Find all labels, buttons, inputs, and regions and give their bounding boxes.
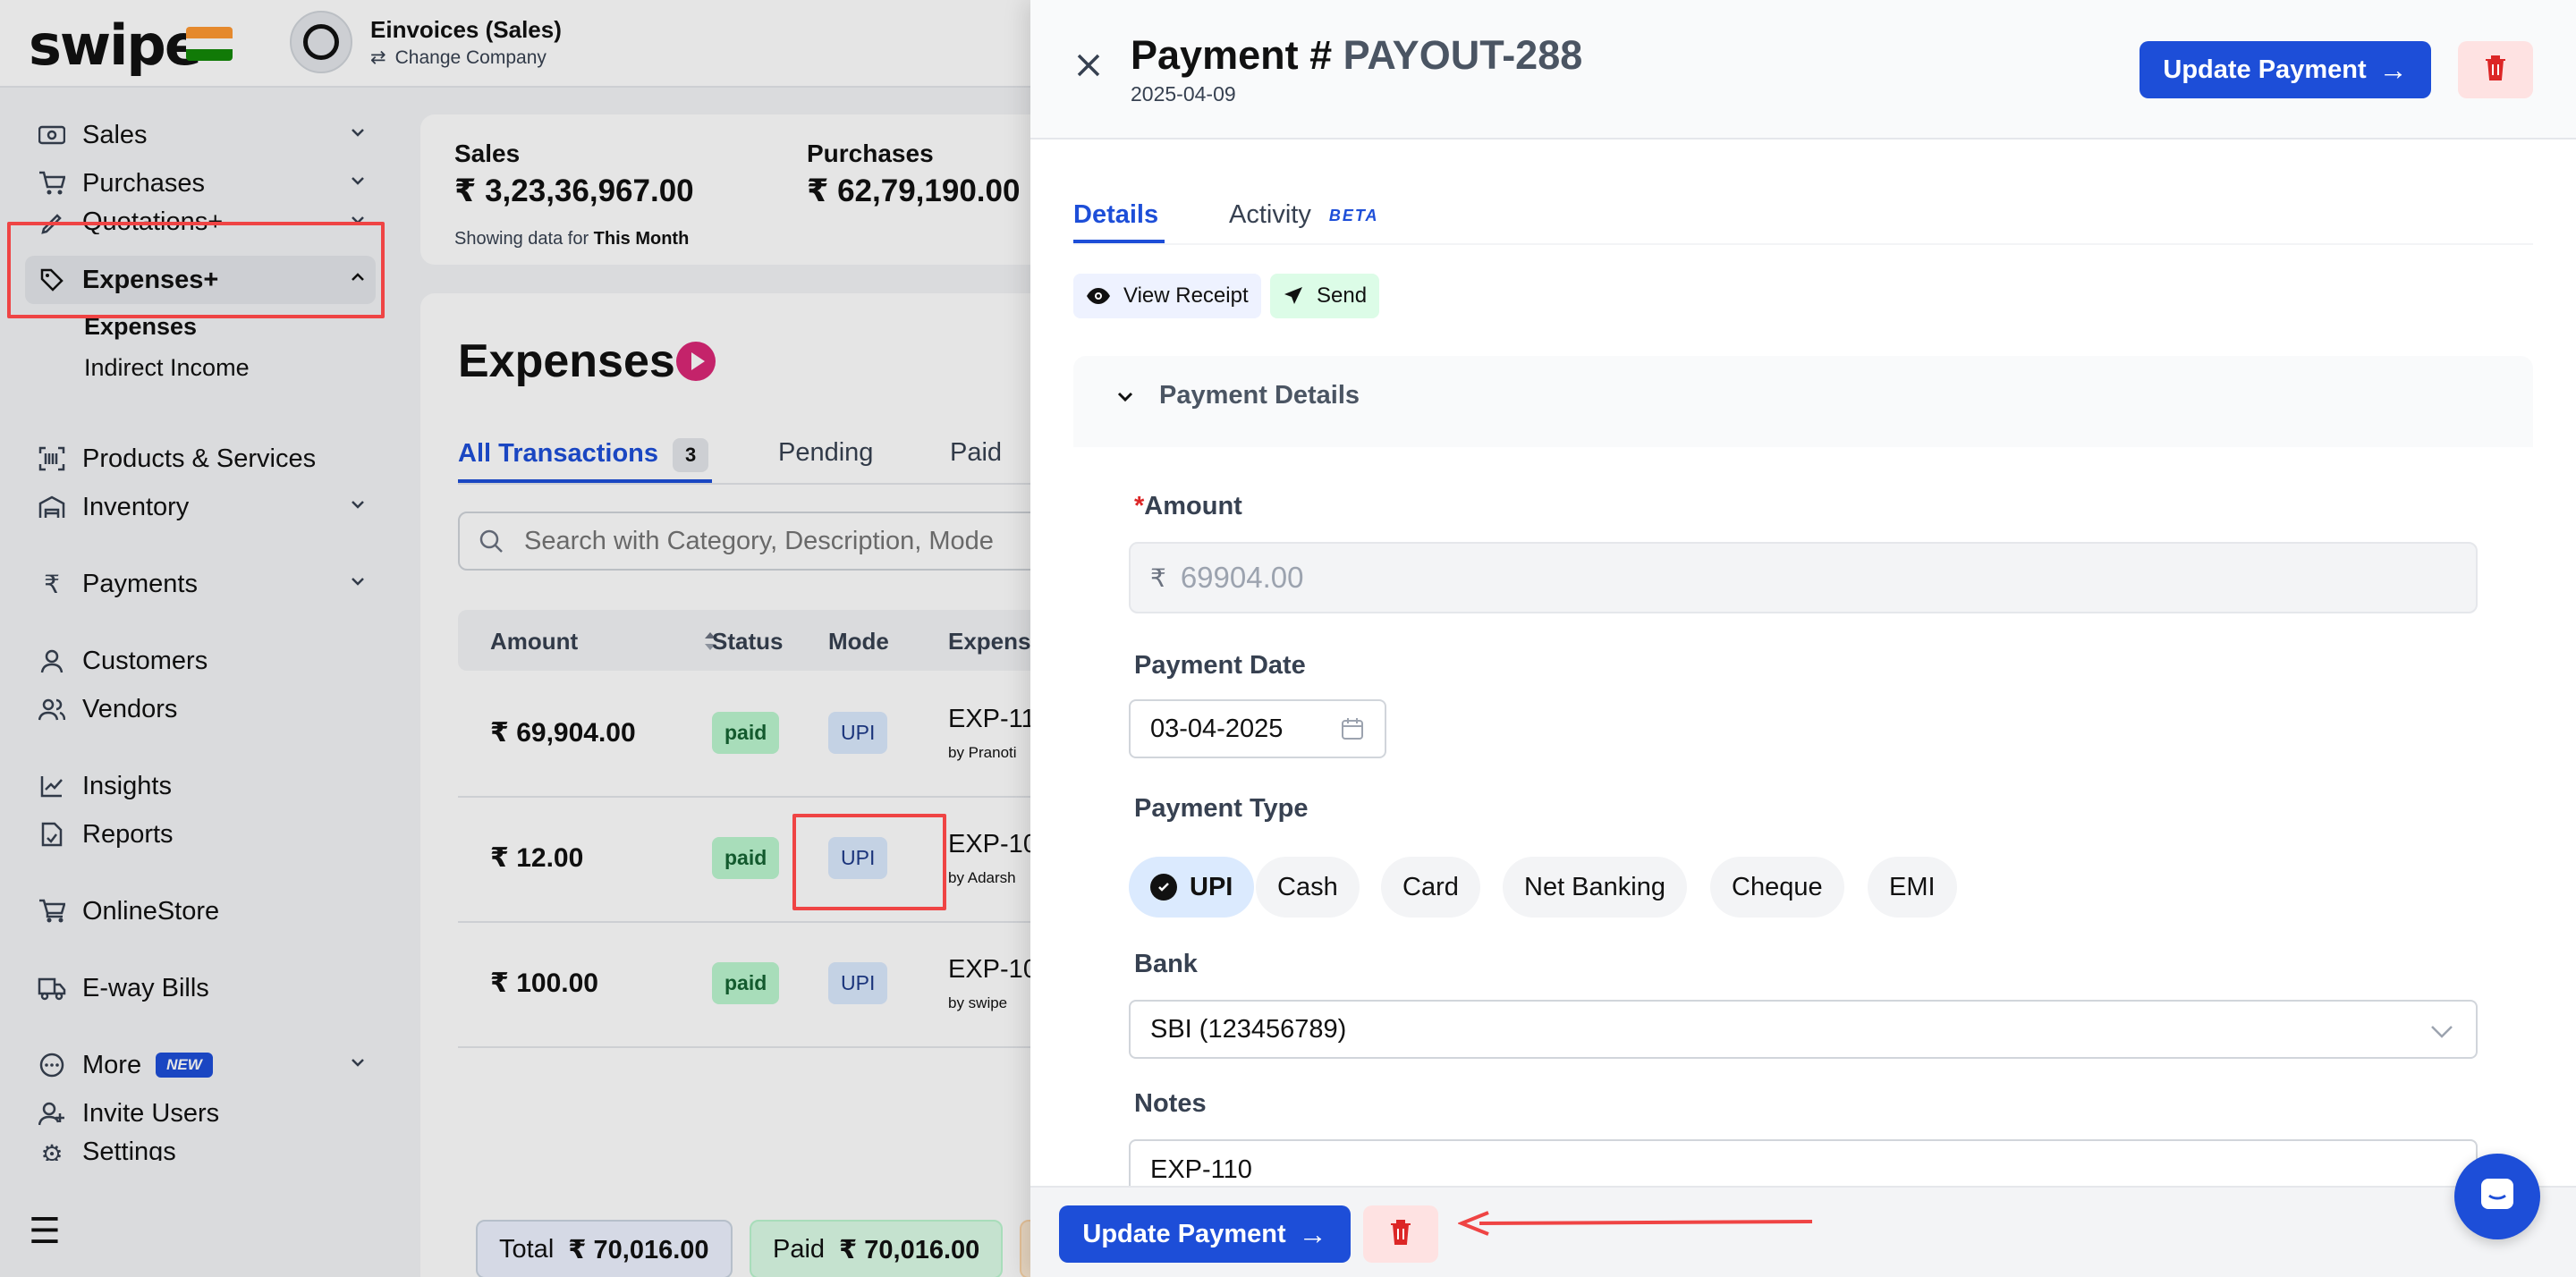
delete-button[interactable] bbox=[2458, 41, 2533, 98]
button-label: Update Payment bbox=[1082, 1219, 1286, 1248]
payment-type-label: Payment Type bbox=[1134, 794, 1309, 823]
trash-icon bbox=[2484, 55, 2507, 86]
arrow-right-icon: → bbox=[2378, 53, 2408, 86]
payment-date-field[interactable]: 03-04-2025 bbox=[1129, 699, 1386, 758]
chat-icon bbox=[2477, 1174, 2518, 1220]
payment-type-cash[interactable]: Cash bbox=[1256, 857, 1360, 918]
annotation-arrow bbox=[1458, 1211, 1813, 1236]
amount-field[interactable]: ₹69904.00 bbox=[1129, 542, 2478, 613]
payment-type-emi[interactable]: EMI bbox=[1868, 857, 1957, 918]
payment-type-upi[interactable]: UPI bbox=[1129, 857, 1255, 918]
payment-details-toggle[interactable]: Payment Details bbox=[1114, 381, 1360, 410]
payment-type-cheque[interactable]: Cheque bbox=[1710, 857, 1844, 918]
drawer-header: Payment # PAYOUT-288 2025-04-09 Update P… bbox=[1030, 0, 2576, 140]
send-button[interactable]: Send bbox=[1270, 274, 1380, 318]
required-asterisk: * bbox=[1134, 492, 1145, 520]
tabs-divider bbox=[1073, 243, 2533, 245]
delete-button-footer[interactable] bbox=[1363, 1205, 1438, 1263]
payment-date-header: 2025-04-09 bbox=[1131, 82, 1236, 106]
overlay-backdrop[interactable] bbox=[0, 0, 1030, 1277]
payment-date-label: Payment Date bbox=[1134, 651, 1306, 680]
payment-type-net-banking[interactable]: Net Banking bbox=[1503, 857, 1687, 918]
payment-number: PAYOUT-288 bbox=[1343, 32, 1583, 78]
option-label: UPI bbox=[1190, 872, 1233, 901]
drawer-title: Payment # PAYOUT-288 bbox=[1131, 32, 1582, 79]
bank-label: Bank bbox=[1134, 950, 1198, 978]
chat-support-button[interactable] bbox=[2454, 1154, 2540, 1239]
update-payment-button-footer[interactable]: Update Payment → bbox=[1059, 1205, 1351, 1263]
beta-badge: BETA bbox=[1328, 206, 1379, 224]
tab-activity[interactable]: Activity BETA bbox=[1229, 200, 1379, 230]
view-receipt-button[interactable]: View Receipt bbox=[1073, 274, 1261, 318]
amount-value: 69904.00 bbox=[1180, 561, 1304, 594]
payment-drawer: Payment # PAYOUT-288 2025-04-09 Update P… bbox=[1030, 0, 2576, 1277]
arrow-right-icon: → bbox=[1298, 1217, 1327, 1250]
button-label: View Receipt bbox=[1123, 283, 1249, 308]
notes-label: Notes bbox=[1134, 1089, 1207, 1118]
date-value: 03-04-2025 bbox=[1150, 714, 1284, 743]
bank-select[interactable]: SBI (123456789) bbox=[1129, 1000, 2478, 1059]
label-text: Amount bbox=[1144, 492, 1242, 520]
send-icon bbox=[1283, 285, 1304, 307]
button-label: Send bbox=[1317, 283, 1368, 308]
annotation-box-upi bbox=[792, 814, 946, 910]
update-payment-button[interactable]: Update Payment → bbox=[2140, 41, 2431, 98]
button-label: Update Payment bbox=[2163, 55, 2367, 84]
selected-bank: SBI (123456789) bbox=[1150, 1014, 1347, 1044]
trash-icon bbox=[1389, 1219, 1412, 1250]
active-tab-underline bbox=[1073, 240, 1165, 243]
tab-details[interactable]: Details bbox=[1073, 200, 1158, 230]
title-prefix: Payment # bbox=[1131, 32, 1333, 78]
rupee-icon: ₹ bbox=[1150, 563, 1166, 592]
check-circle-icon bbox=[1150, 874, 1177, 901]
eye-icon bbox=[1086, 287, 1111, 305]
close-icon[interactable] bbox=[1073, 50, 1104, 80]
payment-type-card[interactable]: Card bbox=[1381, 857, 1480, 918]
amount-label: *Amount bbox=[1134, 492, 1242, 521]
calendar-icon[interactable] bbox=[1340, 716, 1365, 741]
notes-value: EXP-110 bbox=[1150, 1154, 1252, 1184]
chevron-down-icon bbox=[1114, 385, 1136, 407]
section-title: Payment Details bbox=[1159, 381, 1360, 410]
chevron-down-icon bbox=[2429, 1019, 2454, 1041]
annotation-box-expenses bbox=[7, 222, 385, 318]
tab-label: Activity bbox=[1229, 200, 1311, 229]
